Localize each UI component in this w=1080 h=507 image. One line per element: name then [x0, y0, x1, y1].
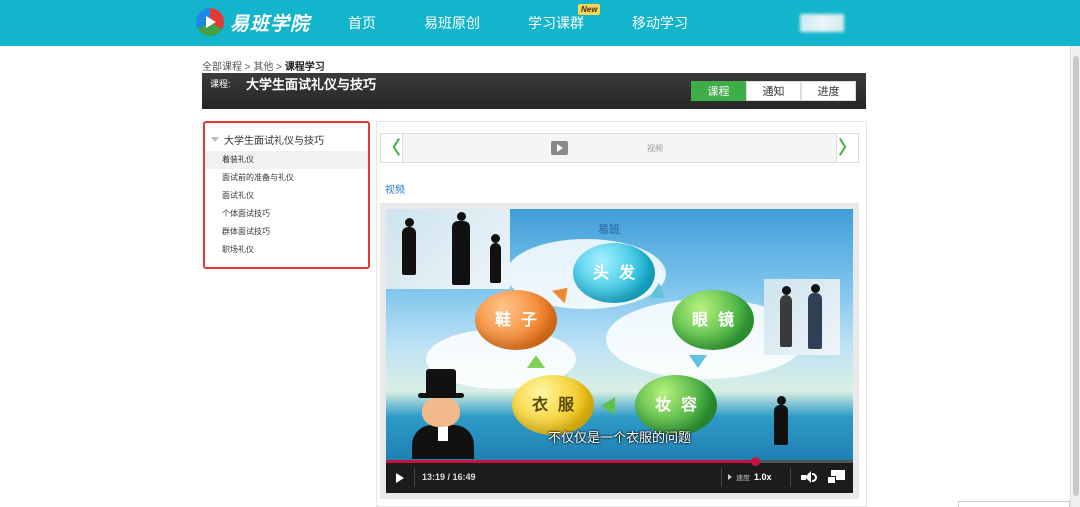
arrow-icon — [527, 355, 545, 368]
face — [422, 397, 460, 427]
businessman-silhouette — [490, 234, 501, 283]
video-subtitle: 不仅仅是一个衣服的问题 — [547, 430, 691, 445]
makeup-bubble: 妆容 — [635, 375, 717, 435]
lesson-item[interactable]: 个体面试技巧 — [205, 205, 368, 223]
control-divider — [721, 468, 722, 487]
speed-value[interactable]: 1.0x — [754, 472, 772, 482]
lesson-item[interactable]: 群体面试技巧 — [205, 223, 368, 241]
breadcrumb-separator: > — [276, 62, 283, 73]
hair-bubble: 头发 — [573, 243, 655, 303]
lesson-item[interactable]: 着装礼仪 — [205, 151, 368, 169]
chapter-heading[interactable]: 大学生面试礼仪与技巧 — [211, 132, 324, 147]
glasses-bubble: 眼镜 — [672, 290, 754, 350]
tab-course[interactable]: 课程 — [691, 81, 746, 101]
section-title: 视频 — [385, 185, 405, 196]
unit-label: 视频 — [647, 144, 663, 153]
lesson-content: 〈 视频 〉 视频 易班 头发 眼镜 妆容 衣服 鞋子 不仅仅是一个衣服的问题 … — [376, 121, 867, 507]
pip-small-rect — [827, 476, 836, 484]
scrollbar-thumb[interactable] — [1073, 56, 1079, 496]
course-label: 课程: — [210, 79, 231, 89]
unit-pager: 〈 视频 〉 — [380, 133, 859, 163]
clothes-bubble: 衣服 — [512, 375, 594, 435]
lesson-item[interactable]: 面试前的准备与礼仪 — [205, 169, 368, 187]
page-scrollbar[interactable] — [1070, 46, 1080, 507]
progress-bar[interactable] — [386, 457, 853, 466]
picture-in-picture-icon[interactable] — [827, 470, 845, 485]
nav-study-groups[interactable]: 学习课群 New — [528, 0, 601, 46]
speed-label[interactable]: 速度 — [736, 473, 750, 483]
collapse-triangle-icon — [211, 137, 219, 142]
breadcrumb-other[interactable]: 其他 — [253, 62, 273, 73]
main-nav: 首页 易班原创 学习课群 New 移动学习 — [348, 0, 736, 46]
prev-unit-button[interactable]: 〈 — [381, 134, 403, 162]
arrow-icon — [689, 355, 707, 368]
time-display: 13:19 / 16:49 — [422, 472, 476, 482]
chapter-heading-label: 大学生面试礼仪与技巧 — [224, 136, 324, 147]
nav-original[interactable]: 易班原创 — [424, 0, 480, 46]
course-header: 课程: 大学生面试礼仪与技巧 课程 通知 进度 — [202, 73, 866, 109]
arrow-icon — [601, 397, 615, 415]
tab-progress[interactable]: 进度 — [801, 81, 856, 101]
tab-notices[interactable]: 通知 — [746, 81, 801, 101]
breadcrumb: 全部课程 > 其他 > 课程学习 — [202, 58, 325, 73]
chapter-sidebar: 大学生面试礼仪与技巧 着装礼仪 面试前的准备与礼仪 面试礼仪 个体面试技巧 群体… — [203, 121, 370, 269]
sound-wave — [812, 473, 817, 482]
shoes-bubble: 鞋子 — [475, 290, 557, 350]
video-frame[interactable]: 易班 头发 眼镜 妆容 衣服 鞋子 不仅仅是一个衣服的问题 — [386, 209, 853, 462]
nav-study-groups-label: 学习课群 — [528, 15, 584, 31]
nav-mobile-learning[interactable]: 移动学习 — [632, 0, 688, 46]
video-watermark: 易班 — [598, 224, 620, 236]
volume-icon[interactable] — [801, 471, 817, 484]
user-avatar[interactable] — [800, 14, 844, 32]
progress-fill — [386, 460, 755, 463]
breadcrumb-all-courses[interactable]: 全部课程 — [202, 62, 242, 73]
top-navigation-bar: 易班学院 首页 易班原创 学习课群 New 移动学习 — [0, 0, 1080, 46]
logo-play-icon — [196, 8, 224, 36]
nav-home[interactable]: 首页 — [348, 0, 376, 46]
video-controls: 13:19 / 16:49 速度 1.0x — [386, 457, 853, 493]
breadcrumb-current: 课程学习 — [284, 62, 325, 73]
lesson-list: 着装礼仪 面试前的准备与礼仪 面试礼仪 个体面试技巧 群体面试技巧 职场礼仪 — [205, 151, 368, 259]
control-divider — [790, 468, 791, 487]
walking-people-photo — [764, 279, 840, 355]
walking-woman-silhouette — [780, 286, 792, 347]
walking-man-silhouette — [808, 284, 822, 349]
site-logo[interactable]: 易班学院 — [196, 8, 310, 36]
play-icon[interactable] — [396, 473, 404, 483]
lesson-item[interactable]: 面试礼仪 — [205, 187, 368, 205]
businesswoman-silhouette — [452, 212, 470, 285]
floating-panel-edge — [958, 501, 1070, 507]
progress-knob[interactable] — [750, 457, 760, 466]
course-title: 大学生面试礼仪与技巧 — [246, 77, 377, 92]
speaker-cone — [805, 471, 811, 483]
next-unit-button[interactable]: 〉 — [836, 134, 858, 162]
speed-arrow-icon[interactable] — [728, 474, 732, 480]
course-tabs: 课程 通知 进度 — [691, 81, 856, 101]
control-divider — [414, 468, 415, 487]
hat-brim — [418, 393, 464, 398]
logo-text: 易班学院 — [230, 13, 311, 35]
video-player: 易班 头发 眼镜 妆容 衣服 鞋子 不仅仅是一个衣服的问题 13:19 / 16… — [380, 203, 859, 499]
breadcrumb-separator: > — [244, 62, 251, 73]
businessman-silhouette — [402, 218, 416, 275]
lesson-item[interactable]: 职场礼仪 — [205, 241, 368, 259]
top-hat — [426, 369, 456, 395]
new-badge: New — [578, 4, 601, 15]
businesspeople-photo — [386, 209, 510, 289]
video-unit-icon[interactable] — [551, 141, 568, 155]
